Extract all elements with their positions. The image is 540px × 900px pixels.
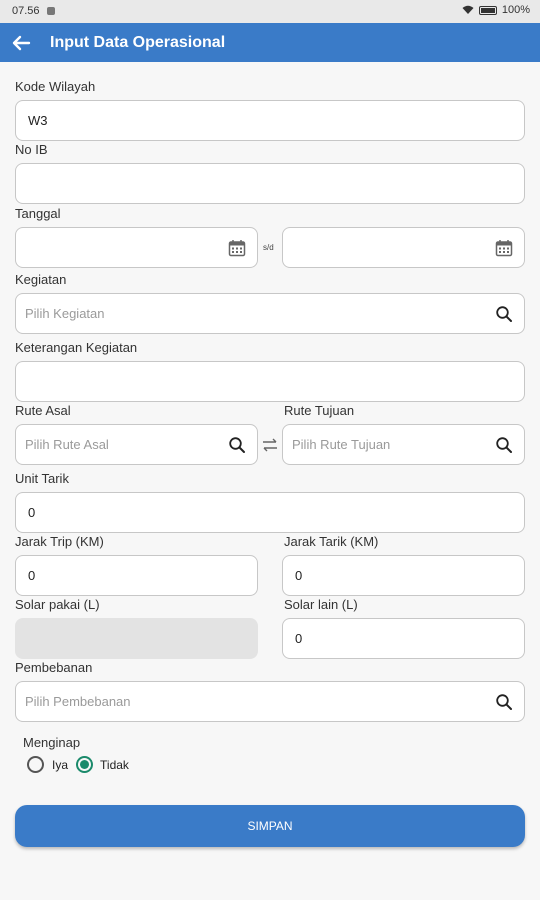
search-icon[interactable] [495, 305, 513, 323]
calendar-icon[interactable] [228, 239, 246, 257]
menginap-radio-group: Iya Tidak [27, 756, 129, 773]
rute-asal-label: Rute Asal [15, 403, 71, 418]
solar-pakai-label: Solar pakai (L) [15, 597, 100, 612]
radio-iya-label[interactable]: Iya [52, 758, 68, 772]
battery-level: 100% [501, 4, 530, 16]
keterangan-kegiatan-input[interactable] [16, 362, 524, 401]
notification-icon [47, 7, 55, 15]
tanggal-end-field[interactable] [282, 227, 525, 268]
radio-tidak-label[interactable]: Tidak [100, 758, 129, 772]
radio-tidak[interactable] [76, 756, 94, 773]
pembebanan-field[interactable] [15, 681, 525, 722]
back-arrow-icon[interactable] [8, 30, 34, 56]
kode-wilayah-label: Kode Wilayah [15, 79, 96, 94]
no-ib-label: No IB [15, 142, 48, 157]
simpan-button[interactable]: SIMPAN [15, 805, 525, 847]
kegiatan-field[interactable] [15, 293, 525, 334]
kode-wilayah-input[interactable] [16, 101, 524, 140]
tanggal-start-input[interactable] [16, 228, 257, 267]
no-ib-field [15, 163, 525, 204]
unit-tarik-input[interactable] [16, 493, 524, 532]
status-bar: 07.56 100% [0, 0, 540, 23]
unit-tarik-label: Unit Tarik [15, 471, 69, 486]
search-icon[interactable] [228, 436, 246, 454]
pembebanan-input[interactable] [16, 682, 524, 721]
page-title: Input Data Operasional [50, 34, 226, 51]
battery-icon [478, 5, 497, 15]
solar-lain-label: Solar lain (L) [284, 597, 358, 612]
kegiatan-input[interactable] [16, 294, 524, 333]
unit-tarik-field [15, 492, 525, 533]
status-right: 100% [462, 4, 530, 16]
kegiatan-label: Kegiatan [15, 272, 67, 287]
tanggal-start-field[interactable] [15, 227, 258, 268]
tanggal-end-input[interactable] [283, 228, 524, 267]
app-bar: Input Data Operasional [0, 23, 540, 62]
search-icon[interactable] [495, 693, 513, 711]
kode-wilayah-field [15, 100, 525, 141]
jarak-tarik-field [282, 555, 525, 596]
solar-lain-input[interactable] [283, 619, 524, 658]
rute-tujuan-label: Rute Tujuan [284, 403, 355, 418]
tanggal-label: Tanggal [15, 206, 61, 221]
jarak-tarik-label: Jarak Tarik (KM) [284, 534, 379, 549]
wifi-icon [462, 5, 474, 14]
swap-icon[interactable] [261, 437, 279, 453]
rute-asal-input[interactable] [16, 425, 257, 464]
calendar-icon[interactable] [495, 239, 513, 257]
jarak-trip-input[interactable] [16, 556, 257, 595]
date-range-separator: s/d [263, 243, 274, 252]
search-icon[interactable] [495, 436, 513, 454]
no-ib-input[interactable] [16, 164, 524, 203]
keterangan-kegiatan-label: Keterangan Kegiatan [15, 340, 138, 355]
jarak-tarik-input[interactable] [283, 556, 524, 595]
pembebanan-label: Pembebanan [15, 660, 93, 675]
keterangan-kegiatan-field [15, 361, 525, 402]
jarak-trip-label: Jarak Trip (KM) [15, 534, 104, 549]
rute-tujuan-field[interactable] [282, 424, 525, 465]
radio-iya[interactable] [27, 756, 44, 773]
jarak-trip-field [15, 555, 258, 596]
solar-lain-field [282, 618, 525, 659]
menginap-label: Menginap [23, 735, 81, 750]
solar-pakai-input [16, 619, 257, 658]
solar-pakai-field [15, 618, 258, 659]
rute-asal-field[interactable] [15, 424, 258, 465]
rute-tujuan-input[interactable] [283, 425, 524, 464]
status-time: 07.56 [12, 5, 40, 17]
